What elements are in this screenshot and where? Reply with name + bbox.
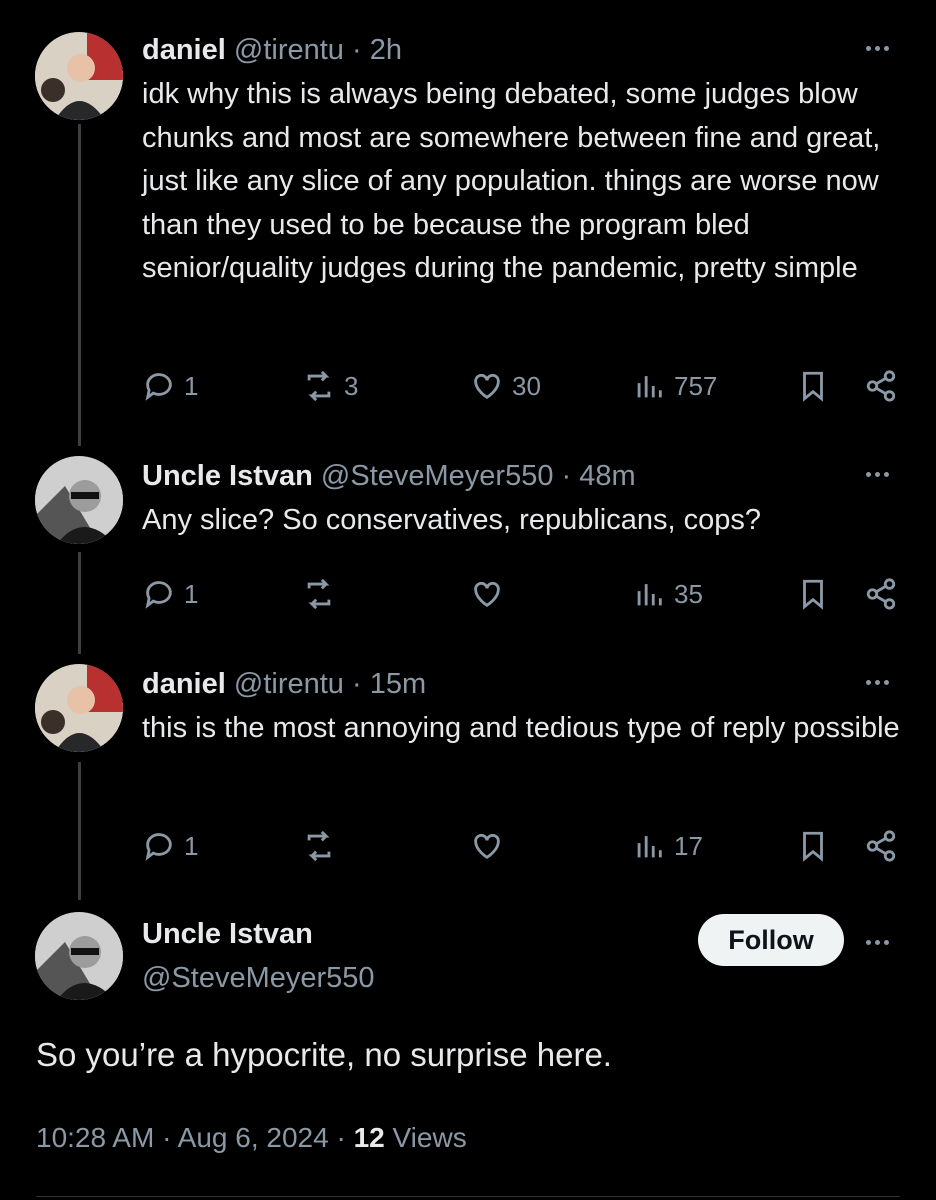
post-meta: 10:28 AM · Aug 6, 2024 · 12 Views [36, 1122, 467, 1154]
like-button[interactable]: 30 [470, 366, 541, 406]
reply-icon [145, 581, 172, 609]
like-button[interactable] [470, 574, 512, 614]
post-date[interactable]: Aug 6, 2024 [178, 1122, 329, 1153]
separator: · [561, 460, 572, 492]
reply-button[interactable]: 1 [142, 826, 198, 866]
repost-button[interactable] [302, 574, 344, 614]
views-icon [637, 376, 662, 398]
bookmark-button[interactable] [796, 826, 830, 866]
bookmark-button[interactable] [796, 366, 830, 406]
like-icon [474, 373, 500, 400]
views-button[interactable]: 17 [632, 826, 703, 866]
thread-line [78, 762, 81, 900]
repost-count: 3 [344, 370, 359, 401]
separator: · [351, 34, 362, 66]
reply-count: 1 [184, 830, 199, 861]
share-icon [866, 370, 896, 402]
reply-icon [145, 833, 172, 861]
like-icon [474, 833, 500, 860]
like-button[interactable] [470, 826, 512, 866]
post-text: this is the most annoying and tedious ty… [142, 712, 900, 744]
post-header: daniel @tirentu · 2h [142, 32, 900, 68]
like-icon [474, 581, 500, 608]
action-bar: 1 35 [142, 574, 900, 614]
views-count: 35 [674, 578, 703, 609]
bookmark-icon [803, 831, 823, 862]
views-button[interactable]: 757 [632, 366, 717, 406]
post-header: Uncle Istvan @SteveMeyer550 · 48m [142, 458, 900, 494]
display-name[interactable]: daniel [142, 34, 226, 66]
post-time[interactable]: 10:28 AM [36, 1122, 154, 1153]
timestamp[interactable]: 2h [370, 34, 402, 66]
share-icon [866, 578, 896, 610]
post[interactable]: daniel @tirentu · 2h idk why this is alw… [142, 32, 900, 291]
post-text: So you’re a hypocrite, no surprise here. [36, 1036, 612, 1073]
repost-icon [307, 830, 331, 862]
separator: · [351, 668, 362, 700]
display-name[interactable]: Uncle Istvan [142, 460, 313, 492]
avatar[interactable] [35, 912, 123, 1000]
action-bar: 1 3 30 757 [142, 366, 900, 406]
reply-count: 1 [184, 370, 199, 401]
views-total: 12 [353, 1122, 385, 1153]
share-button[interactable] [864, 366, 898, 406]
views-icon [637, 584, 662, 606]
separator: · [162, 1122, 172, 1153]
thread-line [78, 124, 81, 446]
repost-button[interactable] [302, 826, 344, 866]
post-header: daniel @tirentu · 15m [142, 666, 900, 702]
follow-button[interactable]: Follow [698, 914, 844, 966]
avatar[interactable] [35, 664, 123, 752]
post[interactable]: daniel @tirentu · 15m this is the most a… [142, 666, 900, 751]
timestamp[interactable]: 15m [370, 668, 426, 700]
post[interactable]: Uncle Istvan @SteveMeyer550 · 48m Any sl… [142, 458, 900, 543]
views-icon [637, 836, 662, 858]
post-text: idk why this is always being debated, so… [142, 78, 881, 284]
display-name[interactable]: Uncle Istvan [142, 918, 313, 951]
display-name[interactable]: daniel [142, 668, 226, 700]
username[interactable]: @SteveMeyer550 [321, 460, 554, 492]
reply-button[interactable]: 1 [142, 574, 198, 614]
username[interactable]: @tirentu [234, 668, 344, 700]
thread-line [78, 552, 81, 654]
bookmark-button[interactable] [796, 574, 830, 614]
reply-button[interactable]: 1 [142, 366, 198, 406]
more-icon[interactable] [864, 464, 900, 480]
reply-icon [145, 373, 172, 401]
username[interactable]: @tirentu [234, 34, 344, 66]
views-label: Views [392, 1122, 467, 1153]
more-icon[interactable] [864, 672, 900, 688]
bookmark-icon [803, 371, 823, 402]
repost-button[interactable]: 3 [302, 366, 358, 406]
views-count: 757 [674, 370, 718, 401]
reply-count: 1 [184, 578, 199, 609]
username[interactable]: @SteveMeyer550 [142, 962, 375, 995]
share-button[interactable] [864, 574, 898, 614]
avatar[interactable] [35, 32, 123, 120]
separator: · [336, 1122, 346, 1153]
avatar[interactable] [35, 456, 123, 544]
divider [36, 1196, 900, 1197]
views-button[interactable]: 35 [632, 574, 703, 614]
more-icon[interactable] [864, 38, 900, 54]
action-bar: 1 17 [142, 826, 900, 866]
like-count: 30 [512, 370, 541, 401]
repost-icon [307, 370, 331, 402]
more-icon[interactable] [864, 932, 900, 948]
share-icon [866, 830, 896, 862]
timestamp[interactable]: 48m [579, 460, 635, 492]
repost-icon [307, 578, 331, 610]
post-text: Any slice? So conservatives, republicans… [142, 504, 761, 536]
views-count: 17 [674, 830, 703, 861]
share-button[interactable] [864, 826, 898, 866]
bookmark-icon [803, 579, 823, 610]
